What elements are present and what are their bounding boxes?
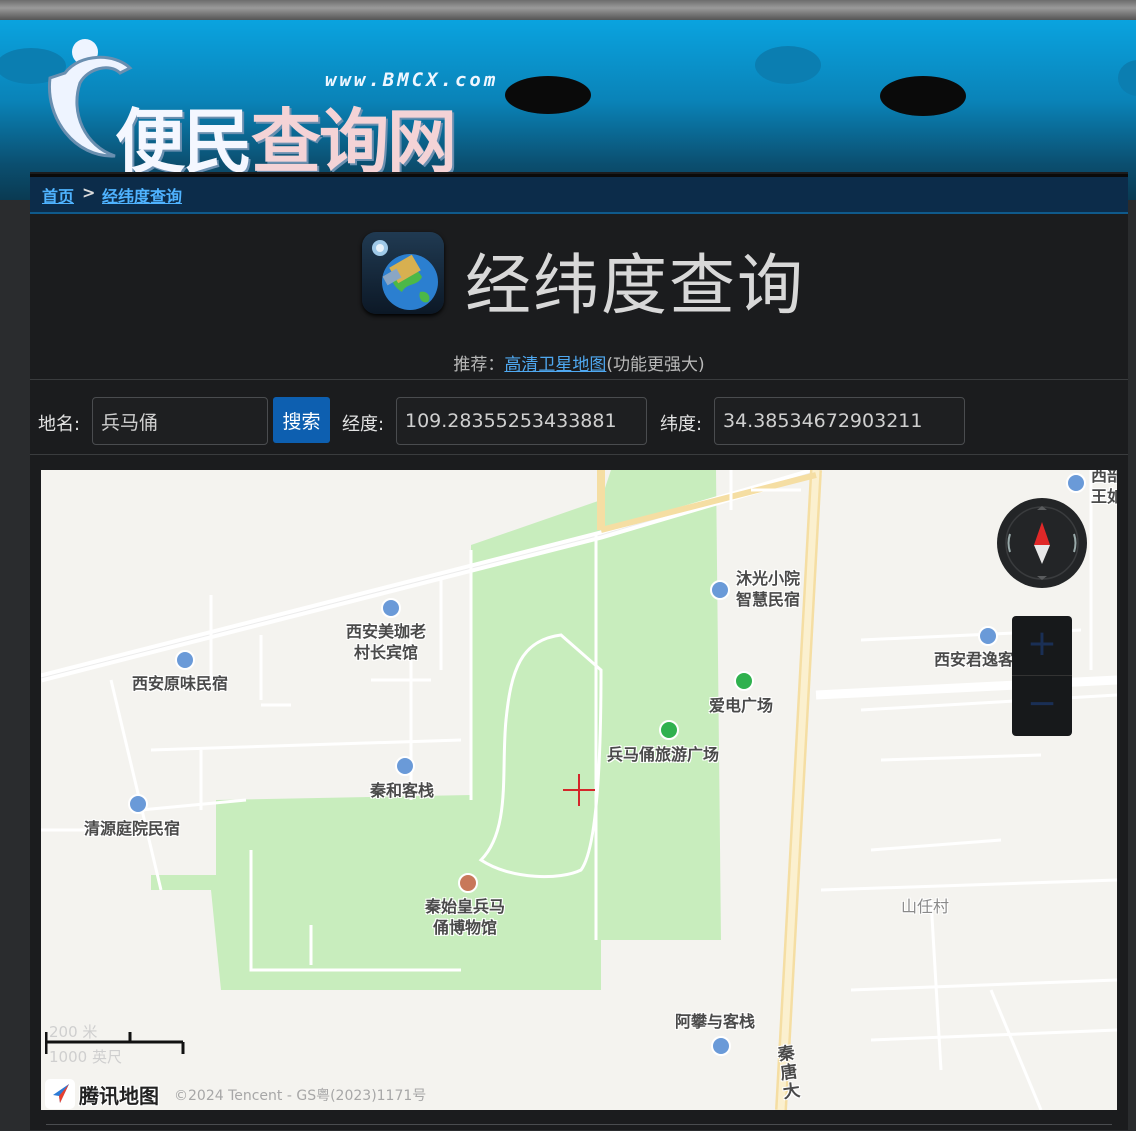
poi-label-line: 村长宾馆	[354, 643, 419, 662]
logo-title-part2: 查询网	[251, 101, 457, 183]
poi-label-line: 秦始皇兵马	[425, 897, 506, 916]
longitude-input[interactable]	[396, 397, 647, 445]
hotel-pin-icon[interactable]	[128, 794, 148, 814]
hotel-pin-icon[interactable]	[1066, 473, 1086, 493]
browser-top-strip	[0, 0, 1136, 20]
poi-label-line: 沐光小院	[736, 569, 801, 588]
breadcrumb: 首页 > 经纬度查询	[30, 174, 1128, 214]
poi-label-line: 俑博物馆	[433, 918, 498, 937]
park-pin-icon[interactable]	[734, 671, 754, 691]
poi-label[interactable]: 秦和客栈	[370, 780, 434, 801]
poi-label[interactable]: 爱电广场	[709, 695, 773, 716]
latitude-input[interactable]	[714, 397, 965, 445]
recommend-suffix: (功能更强大)	[606, 355, 705, 375]
poi-label-line: 智慧民宿	[736, 590, 801, 609]
poi-label[interactable]: 西安原味民宿	[132, 673, 228, 694]
compass-icon	[1005, 506, 1079, 580]
recommend-line: 推荐：高清卫星地图(功能更强大)	[30, 350, 1128, 375]
museum-pin-icon[interactable]	[458, 873, 478, 893]
cloud-decoration	[1118, 60, 1136, 96]
poi-label[interactable]: 西安美珈老 村长宾馆	[346, 621, 426, 663]
hotel-pin-icon[interactable]	[710, 580, 730, 600]
poi-label-line: 西部	[1091, 470, 1117, 485]
compass-control[interactable]	[997, 498, 1087, 588]
map-copyright: ©2024 Tencent - GS粤(2023)1171号	[174, 1088, 427, 1104]
breadcrumb-home-link[interactable]: 首页	[42, 183, 74, 207]
globe-satellite-icon	[362, 232, 444, 314]
poi-label[interactable]: 沐光小院 智慧民宿	[736, 568, 800, 610]
zoom-in-button[interactable]: +	[1012, 616, 1072, 675]
poi-label[interactable]: 秦始皇兵马 俑博物馆	[425, 896, 505, 938]
poi-label[interactable]: 兵马俑旅游广场	[607, 744, 719, 765]
poi-label[interactable]: 西安君逸客	[934, 649, 1014, 670]
longitude-label: 经度:	[342, 414, 385, 435]
center-crosshair-icon	[563, 774, 595, 806]
recommend-prefix: 推荐：	[453, 355, 505, 375]
cloud-decoration	[505, 76, 591, 114]
hotel-pin-icon[interactable]	[978, 626, 998, 646]
logo-title-part1: 便民	[115, 101, 253, 183]
hotel-pin-icon[interactable]	[175, 650, 195, 670]
latitude-label: 纬度:	[660, 414, 703, 435]
breadcrumb-current-link[interactable]: 经纬度查询	[102, 183, 182, 207]
zoom-out-button[interactable]: −	[1012, 676, 1072, 735]
village-label[interactable]: 山任村	[901, 896, 949, 917]
divider	[30, 454, 1128, 455]
breadcrumb-separator: >	[82, 183, 96, 202]
poi-label[interactable]: 清源庭院民宿	[84, 818, 180, 839]
site-logo[interactable]: www.BMCX.com 便民查询网	[40, 38, 500, 183]
search-form: 地名: 搜索 经度: 纬度:	[30, 380, 1128, 456]
poi-label-line: 王如	[1091, 487, 1117, 506]
cloud-decoration	[755, 46, 821, 84]
poi-label[interactable]: 阿攀与客栈	[675, 1011, 755, 1032]
cloud-decoration	[880, 76, 966, 116]
poi-label-line: 西安美珈老	[346, 622, 427, 641]
tencent-map-logo-icon	[45, 1079, 75, 1109]
page-title: 经纬度查询	[465, 247, 805, 324]
search-button[interactable]: 搜索	[273, 397, 330, 443]
hotel-pin-icon[interactable]	[381, 598, 401, 618]
satellite-map-link[interactable]: 高清卫星地图	[504, 355, 606, 375]
map-brand-name[interactable]: 腾讯地图	[79, 1080, 159, 1109]
map-scale: 200 米 1000 英尺	[45, 1023, 189, 1070]
map-view[interactable]: 西安原味民宿 西安美珈老村长宾馆 沐光小院智慧民宿 西安君逸客 爱电广场 兵马俑…	[41, 470, 1117, 1110]
place-input[interactable]	[92, 397, 268, 445]
park-pin-icon[interactable]	[659, 720, 679, 740]
hotel-pin-icon[interactable]	[711, 1036, 731, 1056]
poi-label[interactable]: 西部 王如	[1091, 470, 1117, 507]
zoom-control: + −	[1012, 616, 1072, 736]
place-label: 地名:	[38, 414, 81, 435]
hotel-pin-icon[interactable]	[395, 756, 415, 776]
scale-feet: 1000 英尺	[49, 1048, 122, 1066]
